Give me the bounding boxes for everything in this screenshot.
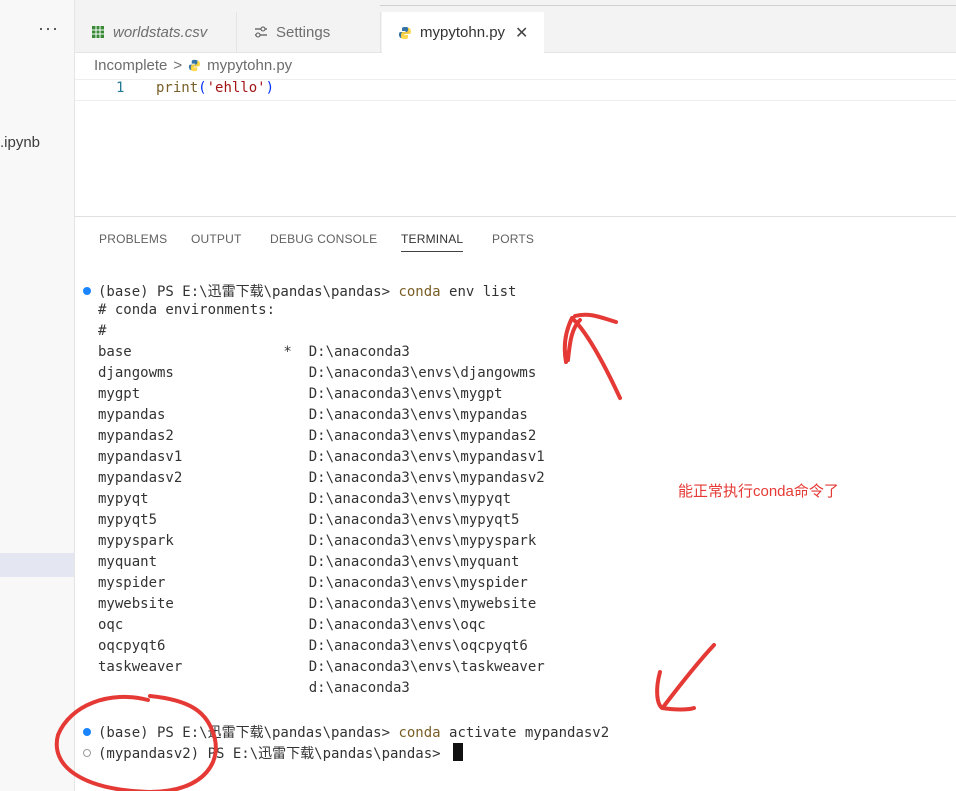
annotation-arrow-down xyxy=(655,643,716,712)
tab-settings[interactable]: Settings xyxy=(238,12,381,52)
code-paren-close: ) xyxy=(265,80,275,96)
terminal-output-line: # conda environments: xyxy=(98,302,276,318)
command-success-dot[interactable] xyxy=(83,287,91,295)
terminal-env-line: mywebsite D:\anaconda3\envs\mywebsite xyxy=(98,596,537,612)
tab-output[interactable]: OUTPUT xyxy=(191,232,242,246)
terminal-args: env list xyxy=(440,284,517,300)
terminal-env-line: oqcpyqt6 D:\anaconda3\envs\oqcpyqt6 xyxy=(98,638,528,654)
python-icon xyxy=(188,59,201,72)
tab-worldstats[interactable]: worldstats.csv xyxy=(75,12,237,52)
terminal-line-prompt3[interactable]: (mypandasv2) PS E:\迅雷下载\pandas\pandas> xyxy=(98,743,464,763)
terminal-args: activate mypandasv2 xyxy=(440,725,610,741)
settings-sliders-icon xyxy=(254,26,268,38)
chevron-right-icon: > xyxy=(173,57,183,74)
tab-ports[interactable]: PORTS xyxy=(492,232,534,246)
table-icon xyxy=(91,25,105,39)
tab-label: mypytohn.py xyxy=(420,24,506,41)
breadcrumb-file[interactable]: mypytohn.py xyxy=(207,57,292,74)
terminal-line-prompt1: (base) PS E:\迅雷下载\pandas\pandas> conda e… xyxy=(98,281,516,301)
tab-label: worldstats.csv xyxy=(113,23,208,41)
terminal-env-line: myspider D:\anaconda3\envs\myspider xyxy=(98,575,528,591)
close-tab-icon[interactable]: ✕ xyxy=(515,23,528,43)
terminal-prompt: (base) PS E:\迅雷下载\pandas\pandas> xyxy=(98,725,399,741)
tab-problems[interactable]: PROBLEMS xyxy=(99,232,167,246)
terminal-cursor xyxy=(453,743,464,761)
terminal-env-line: mypandas D:\anaconda3\envs\mypandas xyxy=(98,407,528,423)
terminal-env-line: mypandasv1 D:\anaconda3\envs\mypandasv1 xyxy=(98,449,545,465)
more-actions-icon[interactable]: ··· xyxy=(38,18,59,39)
terminal-env-line: mypyqt5 D:\anaconda3\envs\mypyqt5 xyxy=(98,512,520,528)
terminal-env-line: djangowms D:\anaconda3\envs\djangowms xyxy=(98,365,537,381)
tab-debug-console[interactable]: DEBUG CONSOLE xyxy=(270,232,377,246)
annotation-text: 能正常执行conda命令了 xyxy=(678,483,839,500)
terminal-env-line: mypyqt D:\anaconda3\envs\mypyqt xyxy=(98,491,512,507)
command-pending-dot[interactable] xyxy=(83,749,91,757)
code-paren-open: ( xyxy=(198,80,207,96)
breadcrumb: Incomplete > mypytohn.py xyxy=(94,57,292,74)
python-icon xyxy=(398,26,412,40)
terminal-env-line: mypandas2 D:\anaconda3\envs\mypandas2 xyxy=(98,428,537,444)
terminal-prompt: (base) PS E:\迅雷下载\pandas\pandas> xyxy=(98,284,399,300)
editor-tab-bar: worldstats.csv Settings mypytohn.py ✕ xyxy=(75,0,956,53)
command-success-dot[interactable] xyxy=(83,728,91,736)
terminal-command: conda xyxy=(398,284,441,300)
breadcrumb-folder[interactable]: Incomplete xyxy=(94,57,167,74)
terminal-env-line: mypyspark D:\anaconda3\envs\mypyspark xyxy=(98,533,537,549)
code-line[interactable]: print('ehllo') xyxy=(156,80,274,96)
terminal-prompt: (mypandasv2) PS E:\迅雷下载\pandas\pandas> xyxy=(98,746,450,762)
terminal-env-line: oqc D:\anaconda3\envs\oqc xyxy=(98,617,486,633)
sidebar-selected-row[interactable] xyxy=(0,553,74,577)
line-number: 1 xyxy=(116,80,125,96)
terminal-output-line: # xyxy=(98,323,107,339)
terminal-env-line: taskweaver D:\anaconda3\envs\taskweaver xyxy=(98,659,545,675)
panel-divider xyxy=(75,216,956,217)
terminal-env-line: myquant D:\anaconda3\envs\myquant xyxy=(98,554,520,570)
code-string: 'ehllo' xyxy=(206,80,266,96)
terminal-line-prompt2: (base) PS E:\迅雷下载\pandas\pandas> conda a… xyxy=(98,722,609,742)
code-function: print xyxy=(156,80,199,96)
sidebar-file-item[interactable]: .ipynb xyxy=(0,134,40,151)
annotation-arrow-up xyxy=(562,312,622,400)
tab-label: Settings xyxy=(276,23,331,41)
active-tab-indicator xyxy=(401,251,463,252)
terminal-env-line: mypandasv2 D:\anaconda3\envs\mypandasv2 xyxy=(98,470,545,486)
explorer-sidebar: ··· .ipynb xyxy=(0,0,75,791)
tab-terminal[interactable]: TERMINAL xyxy=(401,232,463,246)
tab-mypytohn[interactable]: mypytohn.py ✕ xyxy=(382,12,544,53)
terminal-command: conda xyxy=(398,725,441,741)
terminal-env-line: d:\anaconda3 xyxy=(98,680,410,696)
window-top-edge xyxy=(380,0,956,6)
terminal-env-line: base * D:\anaconda3 xyxy=(98,344,410,360)
terminal-env-line: mygpt D:\anaconda3\envs\mygpt xyxy=(98,386,503,402)
